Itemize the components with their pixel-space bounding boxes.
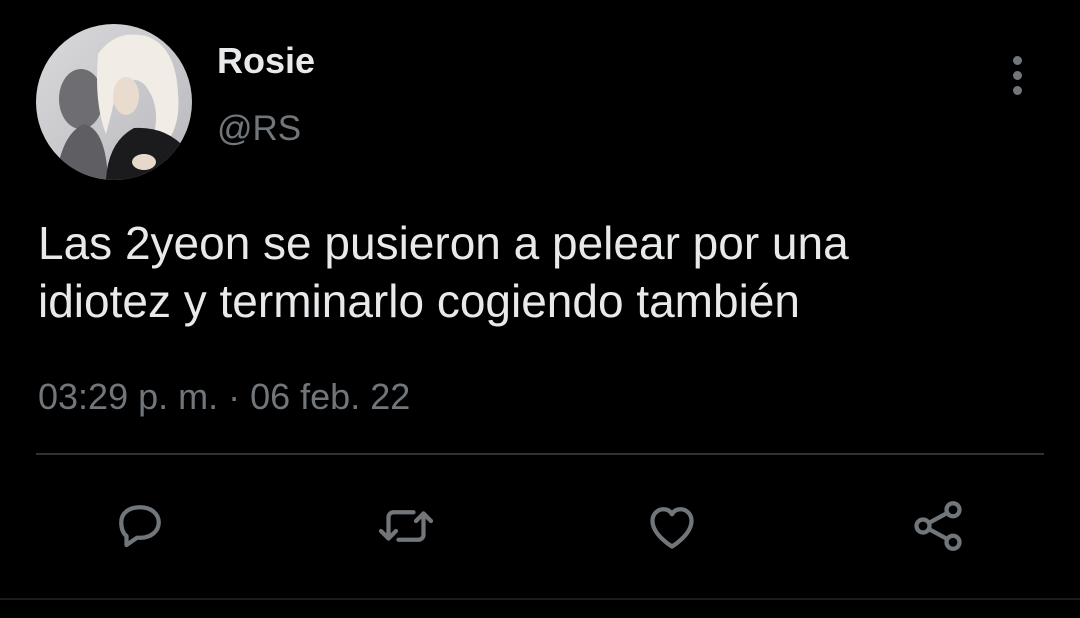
share-icon <box>914 501 962 551</box>
avatar[interactable] <box>36 24 192 180</box>
tweet-text-line: Las 2yeon se pusieron a pelear por una <box>38 217 849 269</box>
retweet-icon <box>378 510 434 542</box>
bottom-divider <box>0 598 1080 600</box>
heart-icon <box>650 507 694 549</box>
reply-button[interactable] <box>108 494 172 558</box>
like-button[interactable] <box>640 494 704 558</box>
more-options-button[interactable] <box>996 52 1038 98</box>
display-name[interactable]: Rosie <box>217 38 315 84</box>
avatar-photo-icon <box>36 24 192 180</box>
retweet-button[interactable] <box>374 494 438 558</box>
more-vertical-icon-dot <box>1012 85 1022 95</box>
tweet-text: Las 2yeon se pusieron a pelear por una i… <box>38 214 1048 330</box>
tweet-text-line: idiotez y terminarlo cogiendo también <box>38 275 800 327</box>
reply-icon <box>119 505 161 548</box>
tweet-timestamp[interactable]: 03:29 p. m. · 06 feb. 22 <box>38 374 410 420</box>
user-handle[interactable]: @RS <box>217 107 301 151</box>
more-vertical-icon-dot <box>1012 70 1022 80</box>
more-vertical-icon <box>1012 55 1022 65</box>
share-button[interactable] <box>906 494 970 558</box>
divider <box>36 453 1044 455</box>
